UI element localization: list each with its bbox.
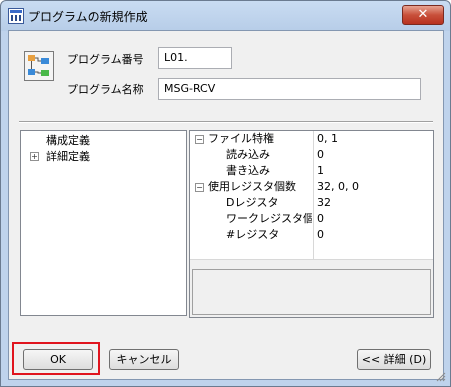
property-value[interactable]: 32: [313, 195, 435, 211]
program-name-label: プログラム名称: [67, 83, 144, 96]
property-row[interactable]: 読み込み 0: [190, 147, 433, 164]
window-title: プログラムの新規作成: [28, 10, 148, 24]
tree-item-config[interactable]: 構成定義: [21, 133, 184, 148]
property-row[interactable]: #レジスタ 0: [190, 227, 433, 244]
program-icon: [24, 51, 54, 81]
dialog-body: プログラム番号 L01. プログラム名称 MSG-RCV 構成定義 + 詳細定義…: [8, 30, 444, 380]
property-name: #レジスタ: [226, 228, 280, 241]
property-name: ワークレジスタ個...: [226, 212, 312, 225]
tree-item-label: 詳細定義: [46, 150, 90, 163]
definition-tree[interactable]: 構成定義 + 詳細定義: [20, 130, 187, 316]
property-name: 書き込み: [226, 164, 270, 177]
property-row[interactable]: ワークレジスタ個... 0: [190, 211, 433, 228]
property-row[interactable]: 書き込み 1: [190, 163, 433, 180]
ok-highlight-box: [12, 342, 100, 375]
property-row-empty: [190, 243, 433, 260]
separator: [19, 121, 433, 123]
close-button[interactable]: ✕: [402, 5, 444, 25]
property-value[interactable]: 0: [313, 211, 435, 227]
property-grid[interactable]: − ファイル特権 0, 1 読み込み 0 書き込み 1 − 使用レジスタ個数 3…: [189, 130, 434, 318]
tree-item-details[interactable]: + 詳細定義: [21, 149, 184, 164]
property-name: Dレジスタ: [226, 196, 279, 209]
expand-plus-icon[interactable]: +: [30, 152, 39, 161]
property-value[interactable]: 0: [313, 147, 435, 163]
program-number-field[interactable]: L01.: [158, 47, 232, 69]
collapse-minus-icon[interactable]: −: [195, 183, 204, 192]
dialog-window: プログラムの新規作成 ✕ プログラム番号 L01. プログラム名称 MSG-RC…: [0, 0, 451, 387]
property-name: 読み込み: [226, 148, 270, 161]
tree-item-label: 構成定義: [46, 134, 90, 147]
property-name: ファイル特権: [208, 132, 274, 145]
property-row[interactable]: Dレジスタ 32: [190, 195, 433, 212]
property-row[interactable]: − ファイル特権 0, 1: [190, 131, 433, 148]
app-icon: [8, 8, 24, 24]
property-value[interactable]: 1: [313, 163, 435, 179]
property-value[interactable]: 0: [313, 227, 435, 243]
property-description-panel: [192, 269, 431, 315]
property-row[interactable]: − 使用レジスタ個数 32, 0, 0: [190, 179, 433, 196]
title-bar[interactable]: プログラムの新規作成 ✕: [1, 1, 450, 31]
details-button[interactable]: << 詳細 (D): [357, 349, 431, 370]
cancel-button[interactable]: キャンセル: [109, 349, 179, 370]
property-value[interactable]: 0, 1: [313, 131, 435, 147]
property-value[interactable]: 32, 0, 0: [313, 179, 435, 195]
collapse-minus-icon[interactable]: −: [195, 135, 204, 144]
program-number-label: プログラム番号: [67, 53, 144, 66]
property-value-empty: [313, 243, 435, 259]
program-name-field[interactable]: MSG-RCV: [158, 78, 421, 100]
property-name: 使用レジスタ個数: [208, 180, 296, 193]
resize-grip-icon[interactable]: [436, 372, 446, 382]
